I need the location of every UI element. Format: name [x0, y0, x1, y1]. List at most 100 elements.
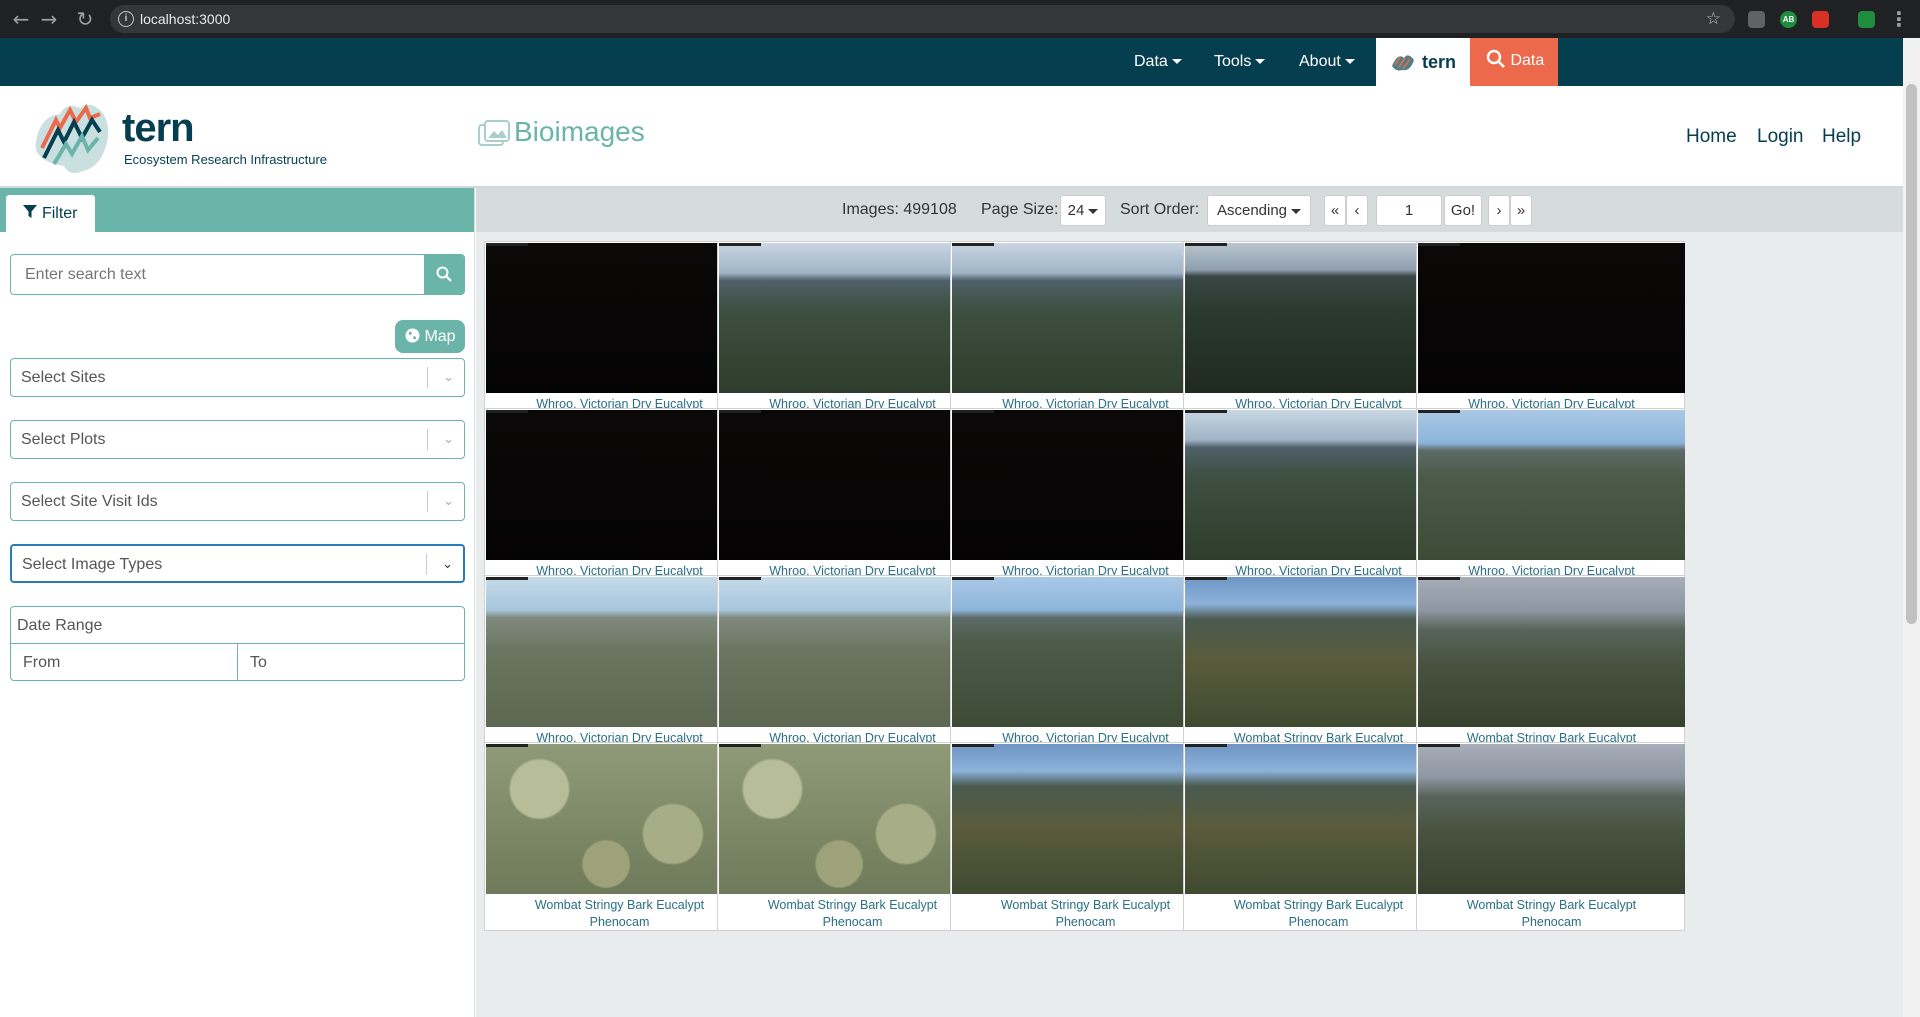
image-card[interactable]: Whroo, Victorian Dry EucalyptPhenocam	[717, 408, 986, 597]
caret-down-icon	[1171, 59, 1182, 65]
timestamp-overlay	[719, 243, 761, 246]
image-card[interactable]: Whroo, Victorian Dry EucalyptPhenocam	[717, 241, 986, 430]
image-card[interactable]: Whroo, Victorian Dry EucalyptPhenocam	[950, 241, 1219, 430]
image-thumbnail[interactable]	[719, 744, 986, 894]
timestamp-overlay	[1185, 577, 1227, 580]
image-thumbnail[interactable]	[952, 243, 1219, 393]
prev-page-button[interactable]: ‹	[1346, 195, 1368, 226]
image-card[interactable]: Whroo, Victorian Dry EucalyptPhenocam	[484, 575, 753, 764]
image-thumbnail[interactable]	[1185, 744, 1452, 894]
image-card[interactable]: Whroo, Victorian Dry EucalyptPhenocam	[950, 575, 1219, 764]
date-from-input[interactable]: From	[11, 643, 238, 681]
image-thumbnail[interactable]	[1185, 243, 1452, 393]
chevron-down-icon[interactable]: ⌄	[443, 421, 454, 458]
plots-select[interactable]: Select Plots ⌄	[10, 420, 465, 459]
adblock-extension-icon[interactable]: AB	[1780, 11, 1797, 28]
map-button[interactable]: Map	[395, 320, 465, 353]
browser-menu-icon[interactable]: ⋮	[1888, 8, 1910, 30]
caption-site: Wombat Stringy Bark Eucalypt	[1233, 898, 1404, 912]
data-search-tab[interactable]: Data	[1470, 38, 1558, 86]
image-thumbnail[interactable]	[952, 410, 1219, 560]
globe-icon	[405, 328, 420, 343]
shield-extension-icon[interactable]	[1858, 11, 1875, 28]
image-thumbnail[interactable]	[1185, 577, 1452, 727]
address-bar[interactable]: i localhost:3000 ☆	[110, 5, 1735, 33]
image-card[interactable]: Whroo, Victorian Dry EucalyptPhenocam	[1183, 241, 1452, 430]
site-info-icon[interactable]: i	[118, 11, 134, 27]
image-thumbnail[interactable]	[1418, 410, 1685, 560]
extension-icon[interactable]	[1748, 11, 1765, 28]
first-page-button[interactable]: «	[1324, 195, 1346, 226]
image-caption[interactable]: Wombat Stringy Bark Eucalypt Phenocam	[718, 894, 987, 932]
tern-logo-icon[interactable]	[30, 98, 114, 178]
chevron-down-icon[interactable]: ⌄	[443, 359, 454, 396]
image-thumbnail[interactable]	[1418, 243, 1685, 393]
image-thumbnail[interactable]	[486, 577, 753, 727]
tab-filter[interactable]: Filter	[6, 195, 95, 232]
bookmark-star-icon[interactable]: ☆	[1706, 5, 1721, 33]
image-thumbnail[interactable]	[719, 410, 986, 560]
chevron-down-icon[interactable]: ⌄	[442, 546, 453, 583]
image-caption[interactable]: Wombat Stringy Bark Eucalypt Phenocam	[1417, 894, 1686, 932]
image-card[interactable]: Whroo, Victorian Dry EucalyptPhenocam	[484, 408, 753, 597]
image-thumbnail[interactable]	[486, 744, 753, 894]
sites-select[interactable]: Select Sites ⌄	[10, 358, 465, 397]
image-card[interactable]: Whroo, Victorian Dry EucalyptPhenocam	[1416, 241, 1685, 430]
image-caption[interactable]: Wombat Stringy Bark Eucalypt Phenocam	[951, 894, 1220, 932]
page-size-value: 24	[1067, 202, 1085, 219]
timestamp-overlay	[1185, 410, 1227, 413]
image-caption[interactable]: Wombat Stringy Bark Eucalypt Phenocam	[485, 894, 754, 932]
chevron-down-icon[interactable]: ⌄	[443, 483, 454, 520]
timestamp-overlay	[952, 744, 994, 747]
image-thumbnail[interactable]	[486, 243, 753, 393]
site-visit-ids-select[interactable]: Select Site Visit Ids ⌄	[10, 482, 465, 521]
nav-about-dropdown[interactable]: About	[1299, 38, 1355, 86]
home-link[interactable]: Home	[1686, 126, 1737, 148]
forward-icon[interactable]: →	[38, 8, 60, 30]
page-size-dropdown[interactable]: 24	[1060, 195, 1106, 226]
tern-home-tab[interactable]: tern	[1376, 38, 1470, 86]
extension-icon[interactable]	[1812, 11, 1829, 28]
image-card[interactable]: Whroo, Victorian Dry EucalyptPhenocam	[1416, 408, 1685, 597]
page-number-input[interactable]: 1	[1376, 195, 1442, 226]
image-thumbnail[interactable]	[1185, 410, 1452, 560]
next-page-button[interactable]: ›	[1488, 195, 1510, 226]
image-thumbnail[interactable]	[952, 744, 1219, 894]
image-card[interactable]: Wombat Stringy Bark EucalyptPhenocam	[1183, 742, 1452, 931]
image-thumbnail[interactable]	[1418, 577, 1685, 727]
image-caption[interactable]: Wombat Stringy Bark Eucalypt Phenocam	[1184, 894, 1453, 932]
back-icon[interactable]: ←	[10, 8, 32, 30]
page-scrollbar[interactable]	[1903, 38, 1920, 1017]
image-types-select[interactable]: Select Image Types ⌄	[10, 544, 465, 583]
nav-tools-dropdown[interactable]: Tools	[1214, 38, 1266, 86]
select-placeholder: Select Sites	[21, 369, 106, 386]
image-thumbnail[interactable]	[1418, 744, 1685, 894]
page-size-label: Page Size:	[981, 201, 1059, 218]
image-card[interactable]: Whroo, Victorian Dry EucalyptPhenocam	[1183, 408, 1452, 597]
images-icon	[478, 120, 510, 146]
search-input[interactable]	[11, 255, 425, 294]
image-card[interactable]: Whroo, Victorian Dry EucalyptPhenocam	[717, 575, 986, 764]
sort-order-dropdown[interactable]: Ascending	[1207, 195, 1311, 226]
image-thumbnail[interactable]	[486, 410, 753, 560]
help-link[interactable]: Help	[1822, 126, 1861, 148]
image-card[interactable]: Wombat Stringy Bark EucalyptPhenocam	[717, 742, 986, 931]
go-button[interactable]: Go!	[1444, 195, 1482, 226]
image-card[interactable]: Whroo, Victorian Dry EucalyptPhenocam	[950, 408, 1219, 597]
image-card[interactable]: Wombat Stringy Bark EucalyptPhenocam	[1416, 575, 1685, 764]
nav-data-dropdown[interactable]: Data	[1134, 38, 1182, 86]
image-card[interactable]: Whroo, Victorian Dry EucalyptPhenocam	[484, 241, 753, 430]
image-card[interactable]: Wombat Stringy Bark EucalyptPhenocam	[484, 742, 753, 931]
image-card[interactable]: Wombat Stringy Bark EucalyptPhenocam	[1416, 742, 1685, 931]
image-thumbnail[interactable]	[719, 577, 986, 727]
search-button[interactable]	[424, 255, 464, 294]
scrollbar-thumb[interactable]	[1906, 84, 1917, 624]
date-to-input[interactable]: To	[238, 643, 464, 681]
last-page-button[interactable]: »	[1510, 195, 1532, 226]
image-card[interactable]: Wombat Stringy Bark EucalyptPhenocam	[1183, 575, 1452, 764]
image-card[interactable]: Wombat Stringy Bark EucalyptPhenocam	[950, 742, 1219, 931]
login-link[interactable]: Login	[1757, 126, 1804, 148]
image-thumbnail[interactable]	[952, 577, 1219, 727]
reload-icon[interactable]: ↻	[74, 8, 96, 30]
image-thumbnail[interactable]	[719, 243, 986, 393]
